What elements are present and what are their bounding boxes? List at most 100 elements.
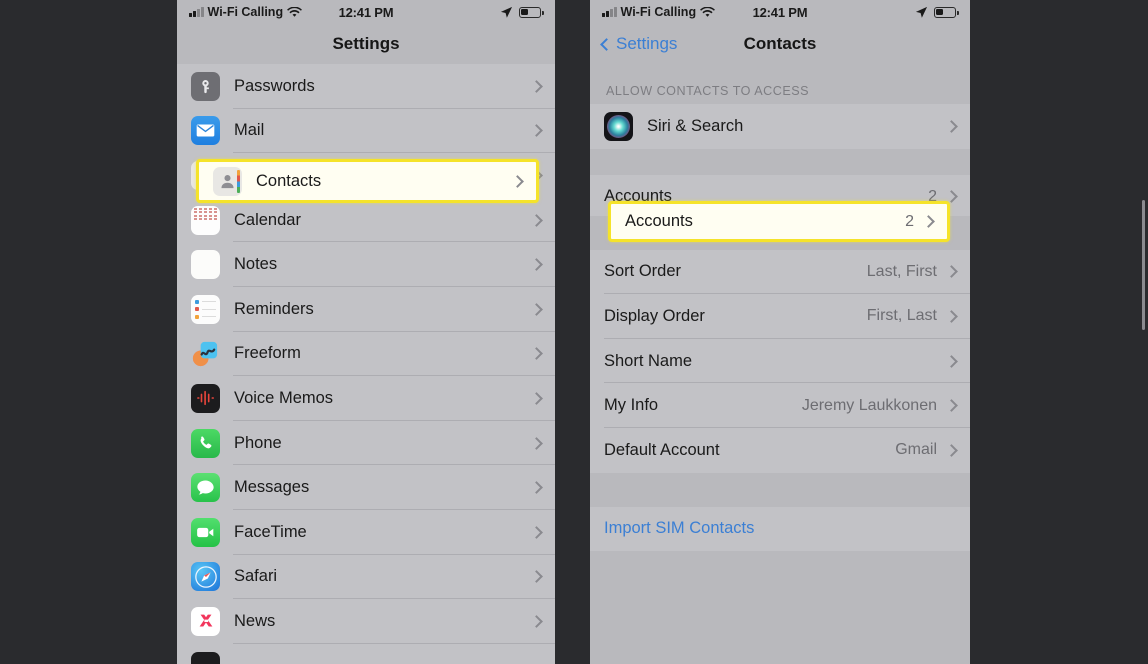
battery-icon — [519, 6, 544, 18]
right-nav-bar: Settings Contacts — [590, 24, 970, 64]
page-title: Settings — [332, 34, 400, 53]
passwords-icon — [191, 71, 220, 101]
status-bar-right-group — [500, 6, 544, 19]
chevron-right-icon — [530, 347, 543, 361]
notes-icon — [191, 250, 220, 280]
row-import-sim-contacts[interactable]: Import SIM Contacts — [590, 507, 970, 552]
chevron-right-icon — [530, 436, 543, 450]
sidebar-item-label: Voice Memos — [234, 388, 334, 407]
sidebar-item-calendar[interactable]: Calendar — [177, 198, 555, 243]
contacts-icon — [213, 166, 242, 196]
row-display-order[interactable]: Display Order First, Last — [590, 294, 970, 339]
voice-memos-icon — [191, 383, 220, 413]
back-button[interactable]: Settings — [600, 34, 677, 54]
status-bar-left-group: Wi-Fi Calling — [602, 5, 716, 19]
screenshot-stage: Wi-Fi Calling 12:41 PM Settings Password… — [0, 0, 1148, 664]
status-bar-left: Wi-Fi Calling 12:41 PM — [177, 0, 555, 24]
sidebar-item-label: Freeform — [234, 344, 301, 363]
reminders-icon — [191, 294, 220, 324]
row-label: Default Account — [604, 440, 720, 459]
group-gap — [590, 473, 970, 507]
messages-icon — [191, 473, 220, 503]
sidebar-item-contacts-highlighted[interactable]: Contacts — [199, 162, 536, 200]
sidebar-item-freeform[interactable]: Freeform — [177, 332, 555, 377]
chevron-right-icon — [945, 119, 958, 133]
sidebar-item-label: Notes — [234, 255, 278, 274]
chevron-right-icon — [530, 258, 543, 272]
sidebar-item-label: Contacts — [256, 171, 322, 190]
chevron-right-icon — [945, 310, 958, 323]
row-label: Short Name — [604, 351, 693, 370]
chevron-right-icon — [530, 570, 543, 584]
sidebar-item-label: FaceTime — [234, 522, 307, 541]
row-value: 2 — [905, 212, 914, 230]
row-accounts-highlighted[interactable]: Accounts 2 — [611, 204, 947, 239]
row-label: Display Order — [604, 306, 705, 325]
vertical-scrollbar[interactable] — [1141, 200, 1145, 330]
location-arrow-icon — [500, 6, 513, 18]
row-my-info[interactable]: My Info Jeremy Laukkonen — [590, 383, 970, 428]
status-bar-left-group: Wi-Fi Calling — [189, 5, 303, 19]
chevron-right-icon — [530, 79, 543, 93]
chevron-right-icon — [511, 174, 524, 188]
sidebar-item-label: Calendar — [234, 210, 301, 229]
row-label: Sort Order — [604, 262, 682, 281]
chevron-right-icon — [945, 265, 958, 279]
chevron-right-icon — [530, 481, 543, 495]
sidebar-item-notes[interactable]: Notes — [177, 242, 555, 287]
highlight-accounts-row[interactable]: Accounts 2 — [608, 201, 950, 242]
row-short-name[interactable]: Short Name — [590, 339, 970, 384]
sidebar-item-facetime[interactable]: FaceTime — [177, 510, 555, 555]
sidebar-item-safari[interactable]: Safari — [177, 555, 555, 600]
status-bar-right: Wi-Fi Calling 12:41 PM — [590, 0, 970, 24]
sidebar-item-label: Passwords — [234, 76, 315, 95]
row-siri-and-search[interactable]: Siri & Search — [590, 104, 970, 149]
sidebar-item-messages[interactable]: Messages — [177, 465, 555, 510]
row-label: Accounts — [625, 212, 693, 230]
sidebar-item-mail[interactable]: Mail — [177, 109, 555, 154]
chevron-left-icon — [600, 37, 613, 51]
highlight-contacts-row[interactable]: Contacts — [196, 159, 539, 203]
cellular-signal-icon — [602, 7, 617, 17]
sidebar-item-voice-memos[interactable]: Voice Memos — [177, 376, 555, 421]
partial-app-icon — [191, 651, 220, 664]
wifi-icon — [700, 6, 716, 17]
import-group: Import SIM Contacts — [590, 506, 970, 552]
sidebar-item-label: Safari — [234, 567, 278, 586]
contacts-tabs — [236, 169, 240, 193]
carrier-label: Wi-Fi Calling — [620, 5, 697, 19]
chevron-right-icon — [530, 302, 543, 316]
sidebar-item-passwords[interactable]: Passwords — [177, 64, 555, 109]
siri-icon — [604, 111, 633, 141]
carrier-label: Wi-Fi Calling — [207, 5, 284, 19]
mail-icon — [191, 116, 220, 146]
chevron-right-icon — [922, 215, 935, 228]
freeform-icon — [191, 339, 220, 368]
chevron-right-icon — [945, 443, 958, 457]
sidebar-item-label: Phone — [234, 433, 282, 452]
group-gap — [590, 149, 970, 175]
row-default-account[interactable]: Default Account Gmail — [590, 428, 970, 473]
facetime-icon — [191, 517, 220, 547]
chevron-right-icon — [945, 354, 958, 368]
chevron-right-icon — [945, 399, 958, 413]
news-icon — [191, 606, 220, 636]
row-label: Siri & Search — [647, 116, 744, 135]
contacts-settings-group: Sort Order Last, First Display Order Fir… — [590, 249, 970, 473]
sidebar-item-partial[interactable] — [177, 644, 555, 664]
row-value: Last, First — [866, 262, 937, 280]
chevron-right-icon — [530, 124, 543, 138]
sidebar-item-phone[interactable]: Phone — [177, 421, 555, 466]
sidebar-item-label: Reminders — [234, 299, 314, 318]
sidebar-item-news[interactable]: News — [177, 599, 555, 644]
status-bar-right-group — [915, 6, 959, 19]
row-label: Import SIM Contacts — [604, 519, 755, 538]
row-value: Jeremy Laukkonen — [801, 396, 937, 414]
left-nav-bar: Settings — [177, 24, 555, 64]
sidebar-item-reminders[interactable]: Reminders — [177, 287, 555, 332]
row-sort-order[interactable]: Sort Order Last, First — [590, 250, 970, 295]
right-phone-screen: Wi-Fi Calling 12:41 PM Settings Contacts… — [590, 0, 970, 664]
chevron-right-icon — [530, 213, 543, 227]
cellular-signal-icon — [189, 7, 204, 17]
chevron-right-icon — [530, 392, 543, 405]
